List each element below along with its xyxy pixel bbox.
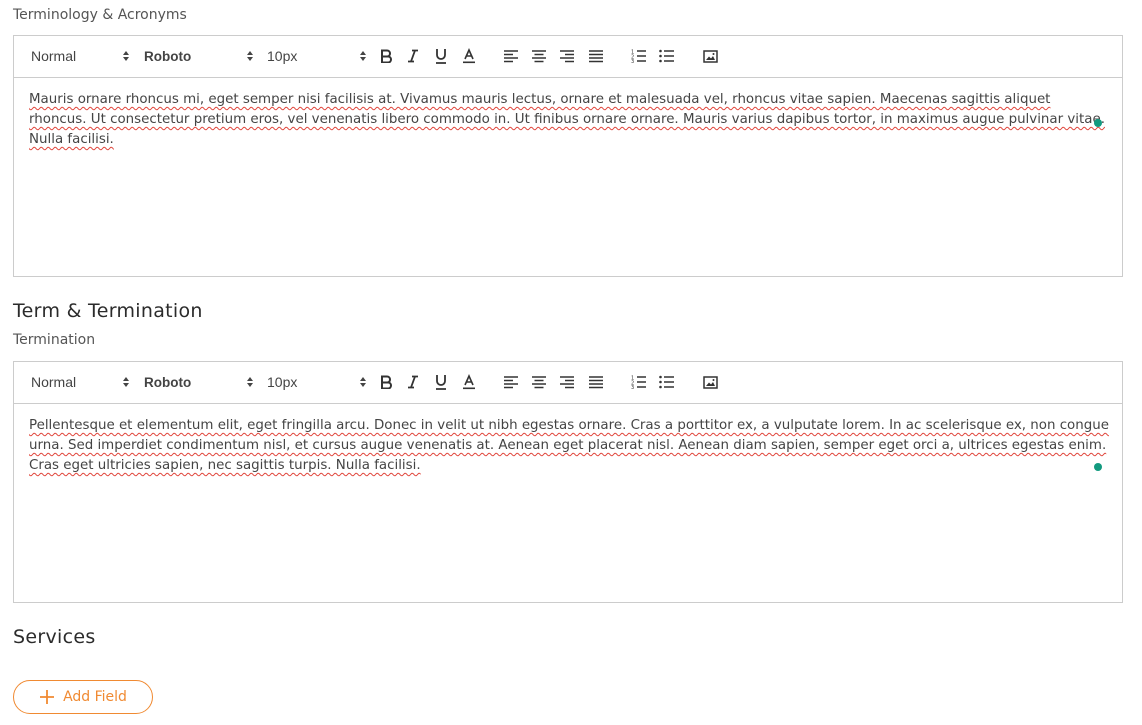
select-arrows-icon — [360, 377, 366, 387]
bold-button[interactable] — [375, 46, 397, 66]
align-center-icon — [532, 376, 546, 389]
rich-text-editor-termination: Normal Roboto 10px 1 2 3 Pellentesque et… — [13, 361, 1123, 603]
image-icon — [702, 375, 718, 389]
bullet-list-icon — [659, 375, 674, 389]
bold-icon — [381, 375, 392, 389]
format-select-value: Normal — [31, 374, 77, 390]
rich-text-editor-terminology: Normal Roboto 10px 1 2 3 Mauris ornare r… — [13, 35, 1123, 277]
image-icon — [702, 49, 718, 63]
bold-icon — [381, 49, 392, 63]
ordered-list-icon: 123 — [631, 50, 646, 63]
font-select-value: Roboto — [144, 49, 192, 64]
align-right-icon — [560, 376, 574, 389]
bold-button[interactable] — [375, 372, 397, 392]
editor-text: Pellentesque et elementum elit, eget fri… — [29, 418, 1109, 473]
select-arrows-icon — [123, 377, 129, 387]
align-justify-button[interactable] — [585, 372, 607, 392]
text-color-button[interactable] — [458, 46, 480, 66]
select-arrows-icon — [247, 51, 253, 61]
align-justify-button[interactable] — [585, 46, 607, 66]
align-left-icon — [504, 50, 518, 63]
align-left-button[interactable] — [500, 372, 522, 392]
svg-text:3: 3 — [631, 385, 634, 389]
underline-icon — [436, 375, 446, 390]
size-select-value: 10px — [267, 48, 298, 64]
font-select[interactable]: Roboto — [144, 36, 254, 77]
add-field-label: Add Field — [63, 689, 127, 705]
font-select-value: Roboto — [144, 375, 192, 390]
underline-icon — [436, 49, 446, 64]
insert-image-button[interactable] — [699, 46, 721, 66]
font-select[interactable]: Roboto — [144, 362, 254, 403]
bullet-list-button[interactable] — [656, 372, 678, 392]
section-heading-services: Services — [13, 626, 96, 648]
format-select-value: Normal — [31, 48, 77, 64]
insert-image-button[interactable] — [699, 372, 721, 392]
text-color-icon — [463, 48, 475, 64]
size-select[interactable]: 10px — [267, 36, 367, 77]
section-heading-term-termination: Term & Termination — [13, 300, 203, 322]
align-justify-icon — [589, 50, 603, 63]
align-right-button[interactable] — [556, 372, 578, 392]
align-left-icon — [504, 376, 518, 389]
italic-icon — [408, 49, 418, 63]
underline-button[interactable] — [430, 372, 452, 392]
editor-content-area[interactable]: Pellentesque et elementum elit, eget fri… — [14, 404, 1122, 602]
add-field-button[interactable]: Add Field — [13, 680, 153, 714]
bullet-list-icon — [659, 49, 674, 63]
align-justify-icon — [589, 376, 603, 389]
svg-text:3: 3 — [631, 59, 634, 63]
format-select[interactable]: Normal — [31, 36, 131, 77]
field-label-termination: Termination — [13, 332, 96, 348]
status-indicator-dot — [1094, 119, 1102, 127]
size-select[interactable]: 10px — [267, 362, 367, 403]
align-right-button[interactable] — [556, 46, 578, 66]
editor-text: Mauris ornare rhoncus mi, eget semper ni… — [29, 92, 1105, 147]
align-center-button[interactable] — [528, 46, 550, 66]
select-arrows-icon — [123, 51, 129, 61]
text-color-icon — [463, 374, 475, 390]
ordered-list-button[interactable]: 123 — [628, 372, 650, 392]
italic-icon — [408, 375, 418, 389]
editor-toolbar: Normal Roboto 10px 1 2 3 — [14, 362, 1122, 404]
text-color-button[interactable] — [458, 372, 480, 392]
editor-content-area[interactable]: Mauris ornare rhoncus mi, eget semper ni… — [14, 78, 1122, 276]
align-center-icon — [532, 50, 546, 63]
select-arrows-icon — [360, 51, 366, 61]
ordered-list-button[interactable]: 123 — [628, 46, 650, 66]
plus-icon — [40, 690, 55, 704]
ordered-list-icon: 123 — [631, 376, 646, 389]
align-left-button[interactable] — [500, 46, 522, 66]
italic-button[interactable] — [402, 46, 424, 66]
italic-button[interactable] — [402, 372, 424, 392]
status-indicator-dot — [1094, 463, 1102, 471]
editor-toolbar: Normal Roboto 10px 1 2 3 — [14, 36, 1122, 78]
format-select[interactable]: Normal — [31, 362, 131, 403]
underline-button[interactable] — [430, 46, 452, 66]
align-right-icon — [560, 50, 574, 63]
select-arrows-icon — [247, 377, 253, 387]
align-center-button[interactable] — [528, 372, 550, 392]
bullet-list-button[interactable] — [656, 46, 678, 66]
size-select-value: 10px — [267, 374, 298, 390]
field-label-terminology: Terminology & Acronyms — [13, 7, 187, 23]
